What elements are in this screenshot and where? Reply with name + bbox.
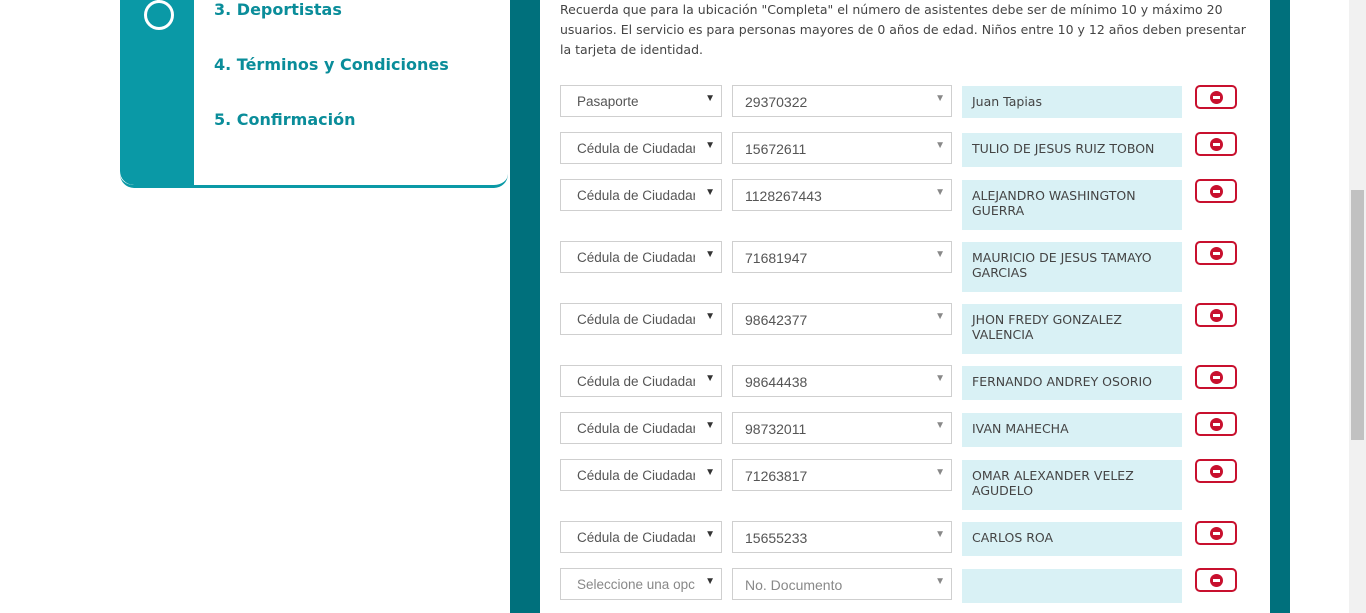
remove-circle-icon bbox=[1210, 465, 1223, 478]
remove-attendee-button[interactable] bbox=[1195, 85, 1237, 109]
remove-attendee-button[interactable] bbox=[1195, 568, 1237, 592]
attendee-name: JHON FREDY GONZALEZ VALENCIA bbox=[962, 304, 1182, 354]
steps-rail bbox=[120, 0, 194, 185]
caret-down-icon: ▼ bbox=[935, 576, 945, 587]
remove-attendee-button[interactable] bbox=[1195, 179, 1237, 203]
document-type-select[interactable]: Cédula de Ciudadar ▼ bbox=[560, 521, 722, 553]
caret-down-icon: ▼ bbox=[935, 140, 945, 151]
remove-circle-icon bbox=[1210, 185, 1223, 198]
attendee-name: Juan Tapias bbox=[962, 86, 1182, 118]
document-number-value: 71263817 bbox=[745, 468, 808, 484]
remove-attendee-button[interactable] bbox=[1195, 521, 1237, 545]
caret-down-icon: ▼ bbox=[705, 420, 715, 431]
document-number-value: 15672611 bbox=[745, 141, 807, 157]
document-number-select[interactable]: 71681947 ▼ bbox=[732, 241, 952, 273]
caret-down-icon: ▼ bbox=[935, 420, 945, 431]
attendee-name: ALEJANDRO WASHINGTON GUERRA bbox=[962, 180, 1182, 230]
remove-circle-icon bbox=[1210, 91, 1223, 104]
attendee-name bbox=[962, 569, 1182, 603]
steps-panel: 3. Deportistas 4. Términos y Condiciones… bbox=[120, 0, 508, 188]
document-type-value: Cédula de Ciudadar bbox=[577, 188, 695, 203]
document-number-select[interactable]: 98644438 ▼ bbox=[732, 365, 952, 397]
remove-circle-icon bbox=[1210, 138, 1223, 151]
remove-circle-icon bbox=[1210, 418, 1223, 431]
attendance-notice: Recuerda que para la ubicación "Completa… bbox=[560, 2, 1246, 57]
document-type-select[interactable]: Cédula de Ciudadar ▼ bbox=[560, 241, 722, 273]
caret-down-icon: ▼ bbox=[935, 467, 945, 478]
caret-down-icon: ▼ bbox=[705, 187, 715, 198]
caret-down-icon: ▼ bbox=[935, 187, 945, 198]
document-type-select[interactable]: Cédula de Ciudadar ▼ bbox=[560, 365, 722, 397]
caret-down-icon: ▼ bbox=[935, 529, 945, 540]
caret-down-icon: ▼ bbox=[935, 93, 945, 104]
document-number-select[interactable]: 98732011 ▼ bbox=[732, 412, 952, 444]
step-confirmacion[interactable]: 5. Confirmación bbox=[214, 110, 355, 129]
attendee-name: FERNANDO ANDREY OSORIO bbox=[962, 366, 1182, 400]
scrollbar-thumb[interactable] bbox=[1351, 190, 1364, 440]
attendee-name: OMAR ALEXANDER VELEZ AGUDELO bbox=[962, 460, 1182, 510]
document-number-value: 98644438 bbox=[745, 374, 808, 390]
document-type-select[interactable]: Cédula de Ciudadar ▼ bbox=[560, 412, 722, 444]
caret-down-icon: ▼ bbox=[705, 373, 715, 384]
document-number-value: 98732011 bbox=[745, 421, 807, 437]
remove-circle-icon bbox=[1210, 247, 1223, 260]
document-type-value: Cédula de Ciudadar bbox=[577, 421, 695, 436]
document-type-value: Pasaporte bbox=[577, 94, 639, 109]
page-scrollbar[interactable] bbox=[1349, 0, 1366, 613]
caret-down-icon: ▼ bbox=[705, 529, 715, 540]
step-terminos[interactable]: 4. Términos y Condiciones bbox=[214, 55, 449, 74]
document-type-value: Seleccione una opci bbox=[577, 577, 695, 592]
document-type-select[interactable]: Seleccione una opci ▼ bbox=[560, 568, 722, 600]
caret-down-icon: ▼ bbox=[705, 576, 715, 587]
caret-down-icon: ▼ bbox=[705, 311, 715, 322]
document-type-select[interactable]: Cédula de Ciudadar ▼ bbox=[560, 179, 722, 211]
document-number-value: No. Documento bbox=[745, 577, 843, 593]
caret-down-icon: ▼ bbox=[935, 249, 945, 260]
caret-down-icon: ▼ bbox=[705, 93, 715, 104]
remove-attendee-button[interactable] bbox=[1195, 459, 1237, 483]
remove-circle-icon bbox=[1210, 527, 1223, 540]
document-number-value: 1128267443 bbox=[745, 188, 822, 204]
step-circle-icon bbox=[144, 0, 174, 30]
document-number-select[interactable]: 1128267443 ▼ bbox=[732, 179, 952, 211]
step-deportistas[interactable]: 3. Deportistas bbox=[214, 0, 342, 19]
document-number-select[interactable]: 15672611 ▼ bbox=[732, 132, 952, 164]
remove-attendee-button[interactable] bbox=[1195, 132, 1237, 156]
document-number-select[interactable]: 15655233 ▼ bbox=[732, 521, 952, 553]
document-number-select[interactable]: 98642377 ▼ bbox=[732, 303, 952, 335]
caret-down-icon: ▼ bbox=[935, 373, 945, 384]
caret-down-icon: ▼ bbox=[705, 249, 715, 260]
document-number-value: 98642377 bbox=[745, 312, 808, 328]
document-number-value: 71681947 bbox=[745, 250, 808, 266]
document-type-select[interactable]: Cédula de Ciudadar ▼ bbox=[560, 303, 722, 335]
document-number-select[interactable]: 29370322 ▼ bbox=[732, 85, 952, 117]
attendee-name: CARLOS ROA bbox=[962, 522, 1182, 556]
document-type-select[interactable]: Cédula de Ciudadar ▼ bbox=[560, 132, 722, 164]
remove-attendee-button[interactable] bbox=[1195, 241, 1237, 265]
document-number-value: 29370322 bbox=[745, 94, 808, 110]
remove-attendee-button[interactable] bbox=[1195, 412, 1237, 436]
document-type-value: Cédula de Ciudadar bbox=[577, 468, 695, 483]
remove-attendee-button[interactable] bbox=[1195, 365, 1237, 389]
document-type-select[interactable]: Pasaporte ▼ bbox=[560, 85, 722, 117]
caret-down-icon: ▼ bbox=[705, 140, 715, 151]
document-type-value: Cédula de Ciudadar bbox=[577, 530, 695, 545]
caret-down-icon: ▼ bbox=[935, 311, 945, 322]
document-type-value: Cédula de Ciudadar bbox=[577, 250, 695, 265]
remove-circle-icon bbox=[1210, 574, 1223, 587]
document-type-select[interactable]: Cédula de Ciudadar ▼ bbox=[560, 459, 722, 491]
document-type-value: Cédula de Ciudadar bbox=[577, 374, 695, 389]
document-type-value: Cédula de Ciudadar bbox=[577, 312, 695, 327]
document-type-value: Cédula de Ciudadar bbox=[577, 141, 695, 156]
remove-circle-icon bbox=[1210, 371, 1223, 384]
attendee-name: IVAN MAHECHA bbox=[962, 413, 1182, 447]
attendee-name: TULIO DE JESUS RUIZ TOBON bbox=[962, 133, 1182, 167]
remove-attendee-button[interactable] bbox=[1195, 303, 1237, 327]
document-number-select[interactable]: No. Documento ▼ bbox=[732, 568, 952, 600]
document-number-select[interactable]: 71263817 ▼ bbox=[732, 459, 952, 491]
document-number-value: 15655233 bbox=[745, 530, 808, 546]
caret-down-icon: ▼ bbox=[705, 467, 715, 478]
remove-circle-icon bbox=[1210, 309, 1223, 322]
attendee-name: MAURICIO DE JESUS TAMAYO GARCIAS bbox=[962, 242, 1182, 292]
